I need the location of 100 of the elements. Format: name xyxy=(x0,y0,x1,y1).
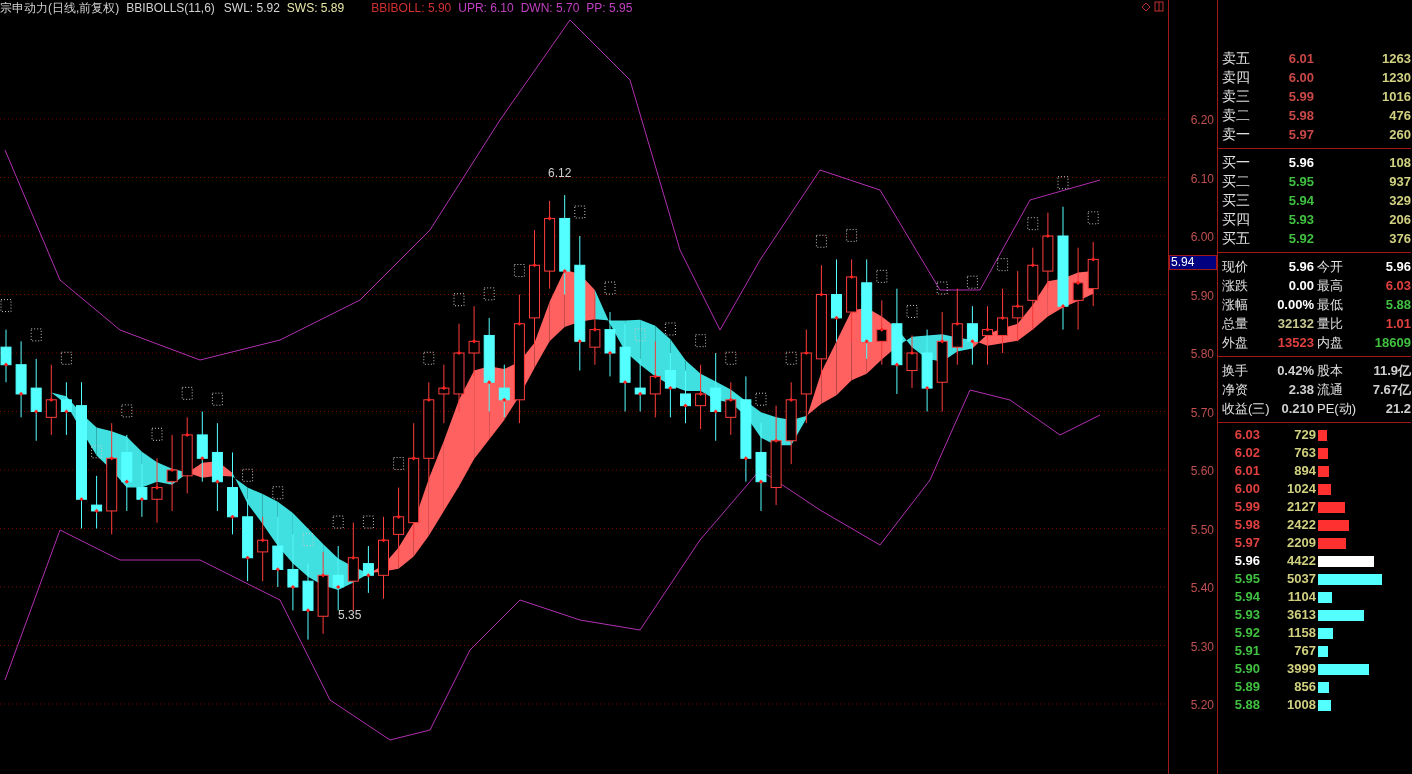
depth-price: 5.90 xyxy=(1233,660,1260,679)
quote-value: 5.88 xyxy=(1384,296,1411,314)
quote-label: 总量 xyxy=(1222,315,1249,333)
quote-value: 11.9亿 xyxy=(1372,362,1411,380)
price-tick-label: 5.70 xyxy=(1190,404,1214,422)
quote-value: 7.67亿 xyxy=(1371,381,1411,399)
ask-volume: 1016 xyxy=(1381,88,1411,106)
quote-value: 5.96 xyxy=(1384,258,1411,276)
quote-value: 1.01 xyxy=(1384,315,1411,333)
ask-label: 卖一 xyxy=(1222,125,1251,144)
depth-volume: 5037 xyxy=(1286,570,1316,589)
depth-price: 6.00 xyxy=(1233,480,1260,499)
depth-price: 5.91 xyxy=(1233,642,1260,661)
price-tick-label: 5.40 xyxy=(1190,580,1214,597)
depth-price: 5.88 xyxy=(1233,696,1260,715)
quote-label: 换手 xyxy=(1222,362,1249,380)
bid-volume: 376 xyxy=(1388,230,1411,248)
ask-price: 5.97 xyxy=(1287,126,1314,144)
bid-volume: 329 xyxy=(1388,192,1411,210)
indicator-reading: SWL: 5.92 xyxy=(223,0,280,16)
indicator-reading: DWN: 5.70 xyxy=(520,0,580,16)
depth-volume: 2422 xyxy=(1286,516,1316,535)
bid-label: 买四 xyxy=(1222,210,1251,229)
price-tick-label: 5.20 xyxy=(1190,697,1214,714)
quote-value: 5.96 xyxy=(1287,258,1314,276)
ask-price: 6.00 xyxy=(1287,69,1314,87)
quote-value: 0.42% xyxy=(1276,362,1314,380)
quote-value: 2.38 xyxy=(1287,381,1314,399)
depth-volume: 767 xyxy=(1293,642,1316,661)
depth-volume: 2209 xyxy=(1286,534,1316,553)
depth-volume: 1104 xyxy=(1286,588,1316,607)
depth-volume: 894 xyxy=(1293,462,1316,481)
ask-volume: 476 xyxy=(1388,107,1411,125)
bid-label: 买一 xyxy=(1222,153,1251,172)
depth-price: 6.02 xyxy=(1233,444,1260,463)
bid-volume: 937 xyxy=(1388,173,1411,191)
price-tick-label: 5.90 xyxy=(1190,287,1214,305)
quote-label: 外盘 xyxy=(1222,334,1249,352)
quote-label: 最高 xyxy=(1317,277,1344,295)
price-tick-label: 6.10 xyxy=(1190,170,1214,188)
depth-volume: 763 xyxy=(1293,444,1316,463)
price-annotation: 5.35 xyxy=(338,607,362,624)
quote-label: 流通 xyxy=(1317,381,1344,399)
quote-label: 最低 xyxy=(1317,296,1344,314)
quote-label: 今开 xyxy=(1317,258,1344,276)
ask-volume: 260 xyxy=(1388,126,1411,144)
quote-value: 0.210 xyxy=(1280,400,1314,418)
quote-label: 内盘 xyxy=(1317,334,1344,352)
ask-label: 卖五 xyxy=(1222,49,1251,68)
price-annotation: 6.12 xyxy=(548,165,572,182)
bid-label: 买三 xyxy=(1222,191,1251,210)
ask-price: 6.01 xyxy=(1287,50,1314,68)
quote-label: 涨幅 xyxy=(1222,296,1249,314)
quote-value: 0.00% xyxy=(1276,296,1314,314)
depth-volume: 4422 xyxy=(1286,552,1316,571)
quote-value: 0.00 xyxy=(1287,277,1314,295)
quote-value: 6.03 xyxy=(1384,277,1411,295)
bid-label: 买二 xyxy=(1222,172,1251,191)
quote-value: 13523 xyxy=(1276,334,1314,352)
depth-price: 5.98 xyxy=(1233,516,1260,535)
ask-price: 5.98 xyxy=(1287,107,1314,125)
depth-volume: 856 xyxy=(1293,678,1316,697)
quote-label: 现价 xyxy=(1222,258,1249,276)
depth-volume: 1158 xyxy=(1286,624,1316,643)
price-tick-label: 5.80 xyxy=(1190,346,1214,363)
price-tick-label: 5.50 xyxy=(1190,521,1214,539)
quote-label: 涨跌 xyxy=(1222,277,1249,295)
price-tick-label: 6.20 xyxy=(1190,112,1214,129)
quote-value: 21.2 xyxy=(1384,400,1411,418)
bid-price: 5.94 xyxy=(1287,192,1314,210)
depth-price: 5.94 xyxy=(1233,588,1260,607)
current-price-marker: 5.94 xyxy=(1169,255,1217,270)
depth-price: 6.01 xyxy=(1233,462,1260,481)
quote-label: 收益(三) xyxy=(1222,400,1271,418)
quote-label: 量比 xyxy=(1317,315,1344,333)
ask-volume: 1263 xyxy=(1381,50,1411,68)
depth-price: 6.03 xyxy=(1233,426,1260,445)
quote-value: 18609 xyxy=(1373,334,1411,352)
bid-label: 买五 xyxy=(1222,229,1251,248)
price-tick-label: 5.60 xyxy=(1190,463,1214,480)
bid-price: 5.96 xyxy=(1287,154,1314,172)
indicator-reading: SWS: 5.89 xyxy=(286,0,345,16)
indicator-reading: BBIBOLL: 5.90 xyxy=(371,0,452,16)
depth-volume: 729 xyxy=(1293,426,1316,445)
depth-price: 5.97 xyxy=(1233,534,1260,553)
indicator-reading: PP: 5.95 xyxy=(586,0,633,16)
depth-price: 5.96 xyxy=(1233,552,1260,571)
depth-volume: 3613 xyxy=(1286,606,1316,625)
ask-price: 5.99 xyxy=(1287,88,1314,106)
ask-label: 卖二 xyxy=(1222,106,1251,125)
bid-volume: 108 xyxy=(1388,154,1411,172)
indicator-name: BBIBOLLS(11,6) xyxy=(126,0,215,16)
quote-label: 净资 xyxy=(1222,381,1249,399)
bid-volume: 206 xyxy=(1388,211,1411,229)
price-tick-label: 5.30 xyxy=(1190,638,1214,656)
depth-price: 5.92 xyxy=(1233,624,1260,643)
depth-volume: 3999 xyxy=(1286,660,1316,679)
depth-price: 5.93 xyxy=(1233,606,1260,625)
quote-label: 股本 xyxy=(1317,362,1344,380)
ask-label: 卖四 xyxy=(1222,68,1251,87)
